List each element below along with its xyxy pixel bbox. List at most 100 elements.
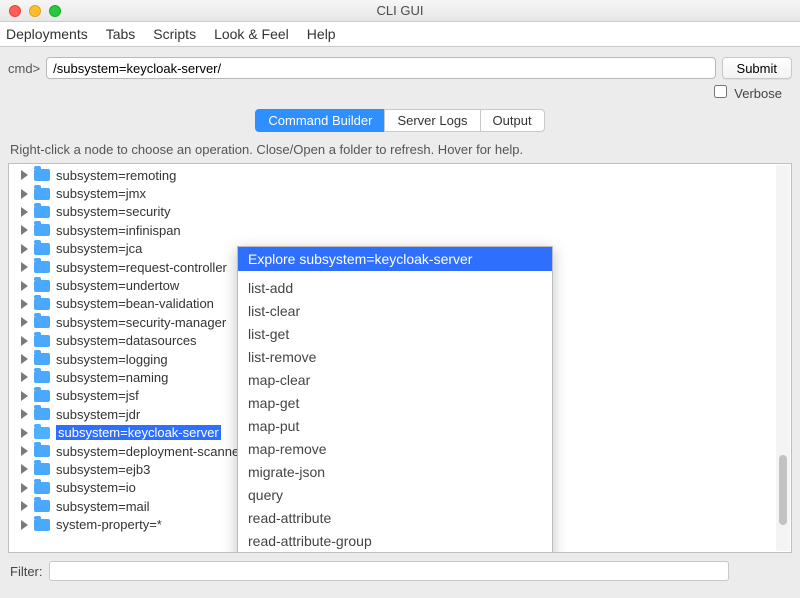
tab-command-builder[interactable]: Command Builder [255,109,385,132]
tree-row-label: subsystem=io [56,480,136,495]
tree-row-label: subsystem=ejb3 [56,462,150,477]
disclosure-triangle-icon[interactable] [21,354,28,364]
tree-row-label: subsystem=jdr [56,407,140,422]
tabbar: Command Builder Server Logs Output [0,107,800,138]
menu-scripts[interactable]: Scripts [153,26,196,42]
tree-row-label: subsystem=deployment-scanner [56,444,244,459]
context-menu-item[interactable]: map-clear [238,369,552,392]
disclosure-triangle-icon[interactable] [21,170,28,180]
disclosure-triangle-icon[interactable] [21,409,28,419]
tree-row-label: subsystem=mail [56,499,150,514]
titlebar: CLI GUI [0,0,800,22]
context-menu-item[interactable]: list-remove [238,346,552,369]
disclosure-triangle-icon[interactable] [21,428,28,438]
tree-row[interactable]: subsystem=remoting [13,166,791,184]
tree-row-label: subsystem=logging [56,352,168,367]
tree-panel: subsystem=remoting subsystem=jmx subsystem… [8,163,792,553]
menu-deployments[interactable]: Deployments [6,26,88,42]
context-menu[interactable]: Explore subsystem=keycloak-server list-a… [237,246,553,553]
folder-icon [34,427,50,439]
context-menu-item[interactable]: list-get [238,323,552,346]
context-menu-item[interactable]: map-remove [238,438,552,461]
folder-icon [34,371,50,383]
verbose-checkbox[interactable] [714,85,727,98]
disclosure-triangle-icon[interactable] [21,262,28,272]
submit-button[interactable]: Submit [722,57,792,79]
tree-row-label: subsystem=security [56,204,171,219]
tree-row-label: subsystem=jmx [56,186,146,201]
folder-icon [34,206,50,218]
context-menu-item[interactable]: map-put [238,415,552,438]
folder-icon [34,243,50,255]
context-menu-item[interactable]: map-get [238,392,552,415]
command-row: cmd> Submit [0,47,800,83]
tree-row-label: subsystem=naming [56,370,168,385]
context-menu-item[interactable]: migrate-json [238,461,552,484]
menubar: Deployments Tabs Scripts Look & Feel Hel… [0,22,800,47]
disclosure-triangle-icon[interactable] [21,189,28,199]
folder-icon [34,298,50,310]
filter-input[interactable] [49,561,729,581]
disclosure-triangle-icon[interactable] [21,501,28,511]
disclosure-triangle-icon[interactable] [21,299,28,309]
cmd-input[interactable] [46,57,715,79]
scrollbar[interactable] [776,165,790,551]
context-menu-item[interactable]: list-add [238,277,552,300]
menu-help[interactable]: Help [307,26,336,42]
folder-icon [34,463,50,475]
verbose-row: Verbose [0,83,800,107]
disclosure-triangle-icon[interactable] [21,317,28,327]
tree-row-label: subsystem=security-manager [56,315,226,330]
context-menu-item[interactable]: list-clear [238,300,552,323]
disclosure-triangle-icon[interactable] [21,336,28,346]
context-menu-item[interactable]: query [238,484,552,507]
menu-tabs[interactable]: Tabs [106,26,136,42]
folder-icon [34,390,50,402]
tree-row-label: subsystem=datasources [56,333,197,348]
tree-row[interactable]: subsystem=infinispan [13,221,791,239]
folder-icon [34,261,50,273]
folder-icon [34,445,50,457]
window-title: CLI GUI [0,3,800,18]
folder-icon [34,188,50,200]
folder-icon [34,335,50,347]
disclosure-triangle-icon[interactable] [21,207,28,217]
context-menu-item[interactable]: read-attribute-group [238,530,552,553]
disclosure-triangle-icon[interactable] [21,281,28,291]
disclosure-triangle-icon[interactable] [21,483,28,493]
tree-row-label: system-property=* [56,517,162,532]
filter-row: Filter: [0,553,800,581]
disclosure-triangle-icon[interactable] [21,391,28,401]
tab-server-logs[interactable]: Server Logs [384,109,480,132]
disclosure-triangle-icon[interactable] [21,446,28,456]
tree-row-label: subsystem=keycloak-server [56,425,221,440]
scrollbar-thumb[interactable] [779,455,787,525]
context-menu-header[interactable]: Explore subsystem=keycloak-server [238,247,552,271]
tree-row-label: subsystem=undertow [56,278,179,293]
folder-icon [34,519,50,531]
verbose-checkbox-label[interactable]: Verbose [714,85,782,101]
disclosure-triangle-icon[interactable] [21,520,28,530]
context-menu-item[interactable]: read-attribute [238,507,552,530]
folder-icon [34,500,50,512]
folder-icon [34,224,50,236]
tree-row[interactable]: subsystem=jmx [13,184,791,202]
folder-icon [34,169,50,181]
tree-row-label: subsystem=request-controller [56,260,227,275]
menu-look-and-feel[interactable]: Look & Feel [214,26,289,42]
tree-row-label: subsystem=infinispan [56,223,181,238]
disclosure-triangle-icon[interactable] [21,464,28,474]
folder-icon [34,353,50,365]
tree-row-label: subsystem=jca [56,241,142,256]
disclosure-triangle-icon[interactable] [21,225,28,235]
disclosure-triangle-icon[interactable] [21,372,28,382]
cmd-label: cmd> [8,61,40,76]
tab-output[interactable]: Output [480,109,545,132]
folder-icon [34,280,50,292]
disclosure-triangle-icon[interactable] [21,244,28,254]
tree-row-label: subsystem=jsf [56,388,139,403]
hint-text: Right-click a node to choose an operatio… [0,138,800,163]
folder-icon [34,408,50,420]
tree-row[interactable]: subsystem=security [13,203,791,221]
tree-row-label: subsystem=remoting [56,168,176,183]
